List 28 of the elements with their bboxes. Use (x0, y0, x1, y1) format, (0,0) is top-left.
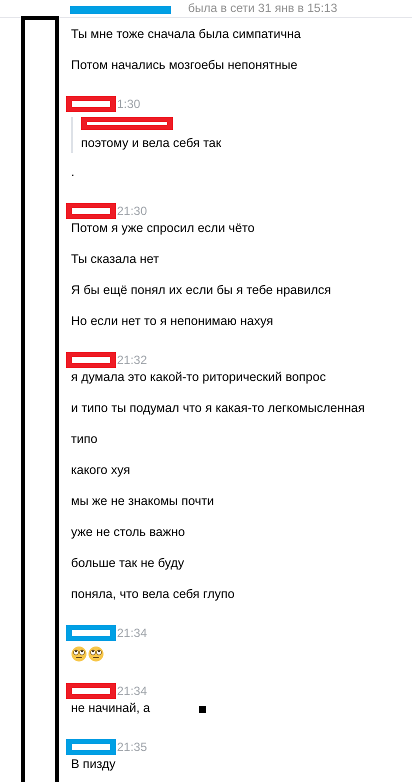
message-text: мы же не знакомы почти (70, 493, 214, 510)
eye-roll-emoji-icon (71, 646, 87, 662)
message-text: Ты сказала нет (70, 251, 159, 268)
message-time: 21:30 (117, 204, 148, 218)
message-text: и типо ты подумал что я какая-то легкомысленная (70, 400, 365, 417)
message-time: 21:34 (117, 626, 148, 640)
message-text: больше так не буду (70, 555, 184, 572)
message-text: типо (70, 431, 98, 448)
square-mark (199, 706, 206, 713)
message-text: поняла, что вела себя глупо (70, 586, 235, 603)
message-text: Потом начались мозгоебы непонятные (70, 57, 298, 74)
message-text: Но если нет то я непонимаю нахуя (70, 313, 274, 330)
message-time: 21:35 (117, 740, 148, 754)
message-time: 1:30 (117, 97, 140, 111)
message-time: 21:34 (117, 684, 148, 698)
message-text: какого хуя (70, 462, 130, 479)
message-text: я думала это какой-то риторический вопрос (70, 369, 326, 386)
message-time: 21:32 (117, 353, 148, 367)
eye-roll-emoji-icon (88, 646, 104, 662)
message-text: В пизду (70, 756, 116, 773)
message-text: . (70, 164, 74, 181)
message-text: Я бы ещё понял их если бы я тебе нравился (70, 282, 332, 299)
message-text: уже не столь важно (70, 524, 185, 541)
quoted-text: поэтому и вела себя так (81, 135, 222, 152)
message-text: Потом я уже спросил если чёто (70, 220, 255, 237)
last-seen-status: была в сети 31 янв в 15:13 (188, 1, 338, 15)
message-text: Ты мне тоже сначала была симпатична (70, 26, 301, 43)
message-text: не начинай, а (70, 700, 150, 717)
